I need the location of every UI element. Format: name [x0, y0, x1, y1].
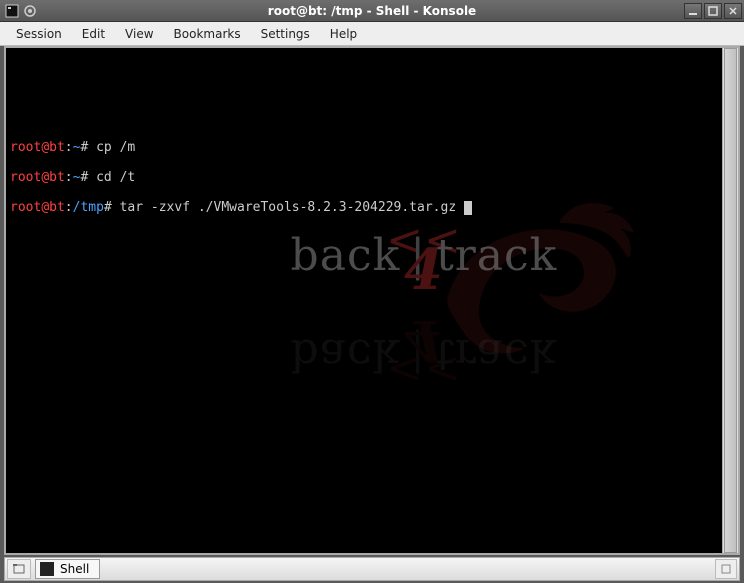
window-titlebar: root@bt: /tmp - Shell - Konsole	[0, 0, 744, 22]
maximize-button[interactable]	[704, 3, 722, 19]
konsole-app-icon	[4, 3, 20, 19]
backtrack-logo: << back|track 4 << back|track 4	[6, 188, 722, 422]
terminal-command: cd /t	[96, 170, 135, 185]
new-tab-button[interactable]	[7, 559, 31, 579]
menu-settings[interactable]: Settings	[251, 24, 320, 44]
terminal-line: root@bt:/tmp# tar -zxvf ./VMwareTools-8.…	[10, 200, 718, 215]
menu-edit[interactable]: Edit	[72, 24, 115, 44]
terminal-line: root@bt:~# cp /m	[10, 140, 718, 155]
tab-close-button[interactable]	[715, 559, 737, 579]
window-title: root@bt: /tmp - Shell - Konsole	[0, 4, 744, 18]
menu-help[interactable]: Help	[320, 24, 367, 44]
dragon-art	[362, 158, 602, 358]
tab-bar: Shell	[4, 557, 740, 581]
terminal-scrollbar[interactable]	[722, 48, 738, 553]
logo-version: 4	[404, 237, 444, 303]
menubar: Session Edit View Bookmarks Settings Hel…	[0, 22, 744, 46]
session-icon	[22, 3, 38, 19]
scrollbar-thumb[interactable]	[724, 48, 737, 553]
minimize-button[interactable]	[684, 3, 702, 19]
logo-word-back: back	[291, 230, 401, 281]
maximize-icon	[708, 6, 718, 16]
tab-label: Shell	[60, 562, 89, 576]
logo-arrows: <<	[386, 215, 462, 266]
menu-view[interactable]: View	[115, 24, 163, 44]
titlebar-left-icons	[0, 3, 38, 19]
shell-tab-icon	[40, 562, 54, 576]
close-button[interactable]	[724, 3, 742, 19]
terminal-frame: << back|track 4 << back|track 4 root@bt:…	[4, 46, 740, 555]
terminal-viewport[interactable]: << back|track 4 << back|track 4 root@bt:…	[6, 48, 722, 553]
terminal-cursor	[464, 201, 472, 215]
new-tab-icon	[12, 562, 26, 576]
close-icon	[728, 6, 738, 16]
menu-session[interactable]: Session	[6, 24, 72, 44]
tab-shell[interactable]: Shell	[35, 559, 100, 579]
terminal-command: tar -zxvf ./VMwareTools-8.2.3-204229.tar…	[120, 200, 464, 215]
terminal-command: cp /m	[96, 140, 135, 155]
menu-bookmarks[interactable]: Bookmarks	[164, 24, 251, 44]
minimize-icon	[688, 6, 698, 16]
window-controls	[682, 3, 744, 19]
logo-word-track: track	[436, 230, 557, 281]
terminal-line: root@bt:~# cd /t	[10, 170, 718, 185]
tab-close-icon	[720, 563, 732, 575]
